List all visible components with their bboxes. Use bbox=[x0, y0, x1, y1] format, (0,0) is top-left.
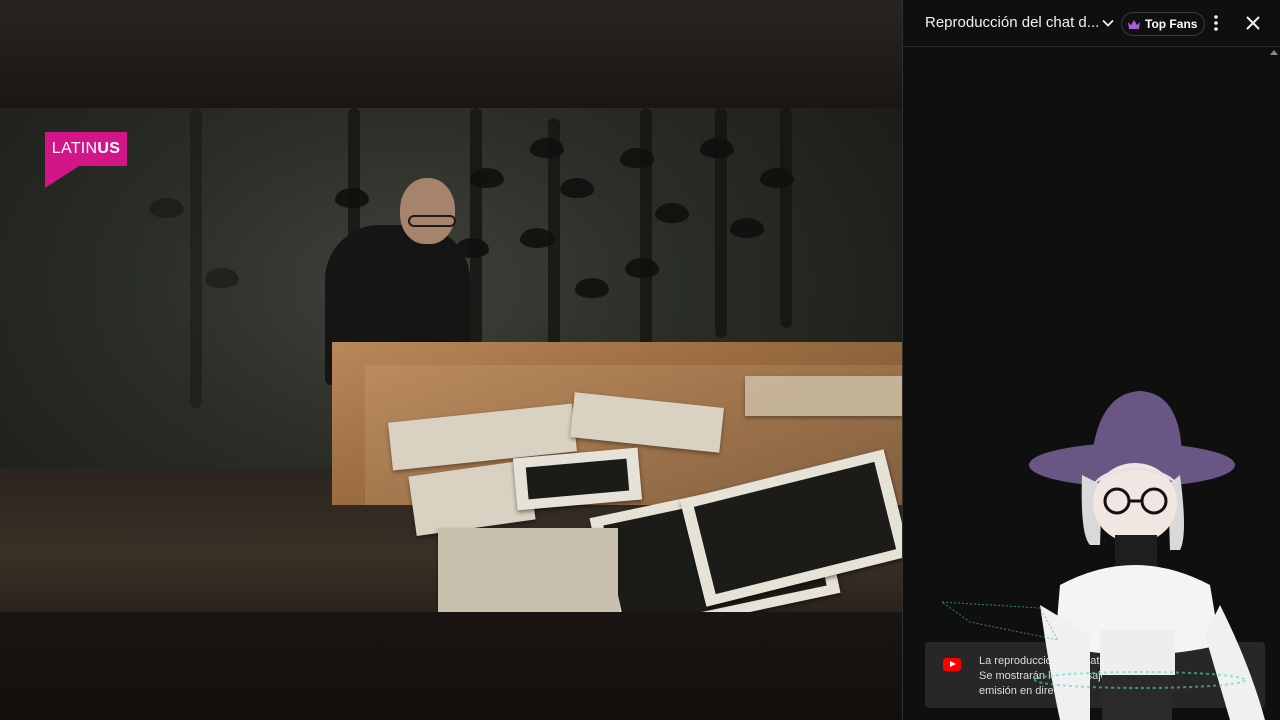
channel-logo-text-bold: US bbox=[97, 140, 121, 157]
wall-leaf bbox=[205, 268, 239, 288]
wall-vine bbox=[190, 108, 202, 408]
wall-vine bbox=[640, 108, 652, 358]
wall-leaf bbox=[470, 168, 504, 188]
photograph-print bbox=[438, 528, 618, 613]
wall-leaf bbox=[335, 188, 369, 208]
avatar-turtleneck bbox=[1115, 535, 1157, 570]
top-fans-badge[interactable]: Top Fans bbox=[1121, 12, 1206, 36]
wall-leaf bbox=[655, 203, 689, 223]
top-fans-label: Top Fans bbox=[1145, 17, 1198, 31]
crown-icon bbox=[1128, 19, 1140, 29]
wall-leaf bbox=[530, 138, 564, 158]
wall-leaf bbox=[560, 178, 594, 198]
video-player[interactable]: LATIN US bbox=[0, 0, 902, 720]
display-case-rear bbox=[745, 376, 902, 416]
close-icon[interactable] bbox=[1243, 13, 1263, 33]
vtuber-avatar bbox=[1029, 391, 1265, 720]
chevron-down-icon[interactable] bbox=[1100, 15, 1116, 31]
scroll-up-arrow-icon[interactable] bbox=[1270, 50, 1278, 55]
wall-leaf bbox=[150, 198, 184, 218]
wall-leaf bbox=[520, 228, 554, 248]
wall-leaf bbox=[700, 138, 734, 158]
channel-logo-tail bbox=[45, 166, 79, 188]
botanical-plate bbox=[512, 447, 643, 511]
channel-logo-text-light: LATIN bbox=[51, 140, 98, 157]
avatar-arm-right bbox=[1205, 605, 1265, 720]
wall-vine bbox=[780, 108, 792, 328]
wall-leaf bbox=[625, 258, 659, 278]
chat-header: Reproducción del chat d... Top Fans bbox=[903, 0, 1280, 47]
chat-title[interactable]: Reproducción del chat d... bbox=[925, 14, 1099, 31]
avatar-skirt bbox=[1102, 675, 1172, 720]
letterbox-bottom bbox=[0, 612, 902, 720]
person-head bbox=[400, 178, 455, 244]
wall-leaf bbox=[730, 218, 764, 238]
wall-vine bbox=[470, 108, 482, 348]
wall-leaf bbox=[575, 278, 609, 298]
letterbox-top bbox=[0, 0, 902, 108]
more-vert-icon[interactable] bbox=[1206, 13, 1226, 33]
witch-hat-crown bbox=[1092, 391, 1182, 455]
channel-logo: LATIN US bbox=[45, 132, 127, 166]
wall-leaf bbox=[760, 168, 794, 188]
video-frame bbox=[0, 108, 902, 613]
person-glasses bbox=[408, 215, 456, 227]
wall-leaf bbox=[620, 148, 654, 168]
youtube-icon bbox=[943, 658, 961, 671]
wireframe-effect bbox=[940, 601, 1059, 641]
avatar-crop-top bbox=[1100, 630, 1175, 675]
